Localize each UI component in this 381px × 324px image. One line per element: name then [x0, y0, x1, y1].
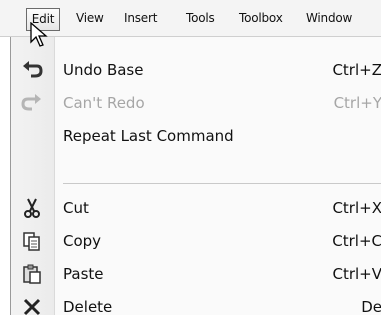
menu-insert[interactable]: Insert — [124, 0, 157, 37]
menu-item-delete[interactable]: Delete De — [11, 291, 381, 324]
menu-item-undo[interactable]: Undo Base Ctrl+Z — [11, 54, 381, 87]
redo-icon — [19, 92, 45, 114]
menu-item-label: Cut — [63, 199, 89, 217]
menu-item-label: Paste — [63, 265, 104, 283]
copy-icon — [19, 230, 45, 252]
menu-item-shortcut: Ctrl+Y — [333, 94, 381, 112]
menu-tools[interactable]: Tools — [186, 0, 215, 37]
menu-item-label: Can't Redo — [63, 94, 145, 112]
mouse-pointer-icon — [30, 21, 52, 48]
menu-item-shortcut: De — [361, 298, 381, 316]
menu-item-shortcut: Ctrl+Z — [332, 61, 381, 79]
menu-item-shortcut: Ctrl+V — [332, 265, 381, 283]
menu-separator — [63, 183, 381, 184]
menu-item-shortcut: Ctrl+X — [332, 199, 381, 217]
menu-item-label: Repeat Last Command — [63, 127, 234, 145]
menu-item-copy[interactable]: Copy Ctrl+C — [11, 225, 381, 258]
menu-view[interactable]: View — [76, 0, 104, 37]
paste-icon — [19, 263, 45, 285]
menu-item-label: Delete — [63, 298, 113, 316]
menu-toolbox[interactable]: Toolbox — [239, 0, 283, 37]
menu-item-label: Undo Base — [63, 61, 144, 79]
menu-item-label: Copy — [63, 232, 102, 250]
menu-item-paste[interactable]: Paste Ctrl+V — [11, 258, 381, 291]
menu-item-redo[interactable]: Can't Redo Ctrl+Y — [11, 87, 381, 120]
menu-item-shortcut: Ctrl+C — [332, 232, 381, 250]
scissors-icon — [19, 197, 45, 219]
undo-icon — [19, 59, 45, 81]
menu-bar: Edit View Insert Tools Toolbox Window — [0, 0, 381, 37]
menu-item-cut[interactable]: Cut Ctrl+X — [11, 192, 381, 225]
edit-dropdown-menu: Undo Base Ctrl+Z Can't Redo Ctrl+Y Repea… — [10, 37, 381, 316]
menu-item-repeat-last-command[interactable]: Repeat Last Command — [11, 120, 381, 153]
menu-window[interactable]: Window — [306, 0, 352, 37]
